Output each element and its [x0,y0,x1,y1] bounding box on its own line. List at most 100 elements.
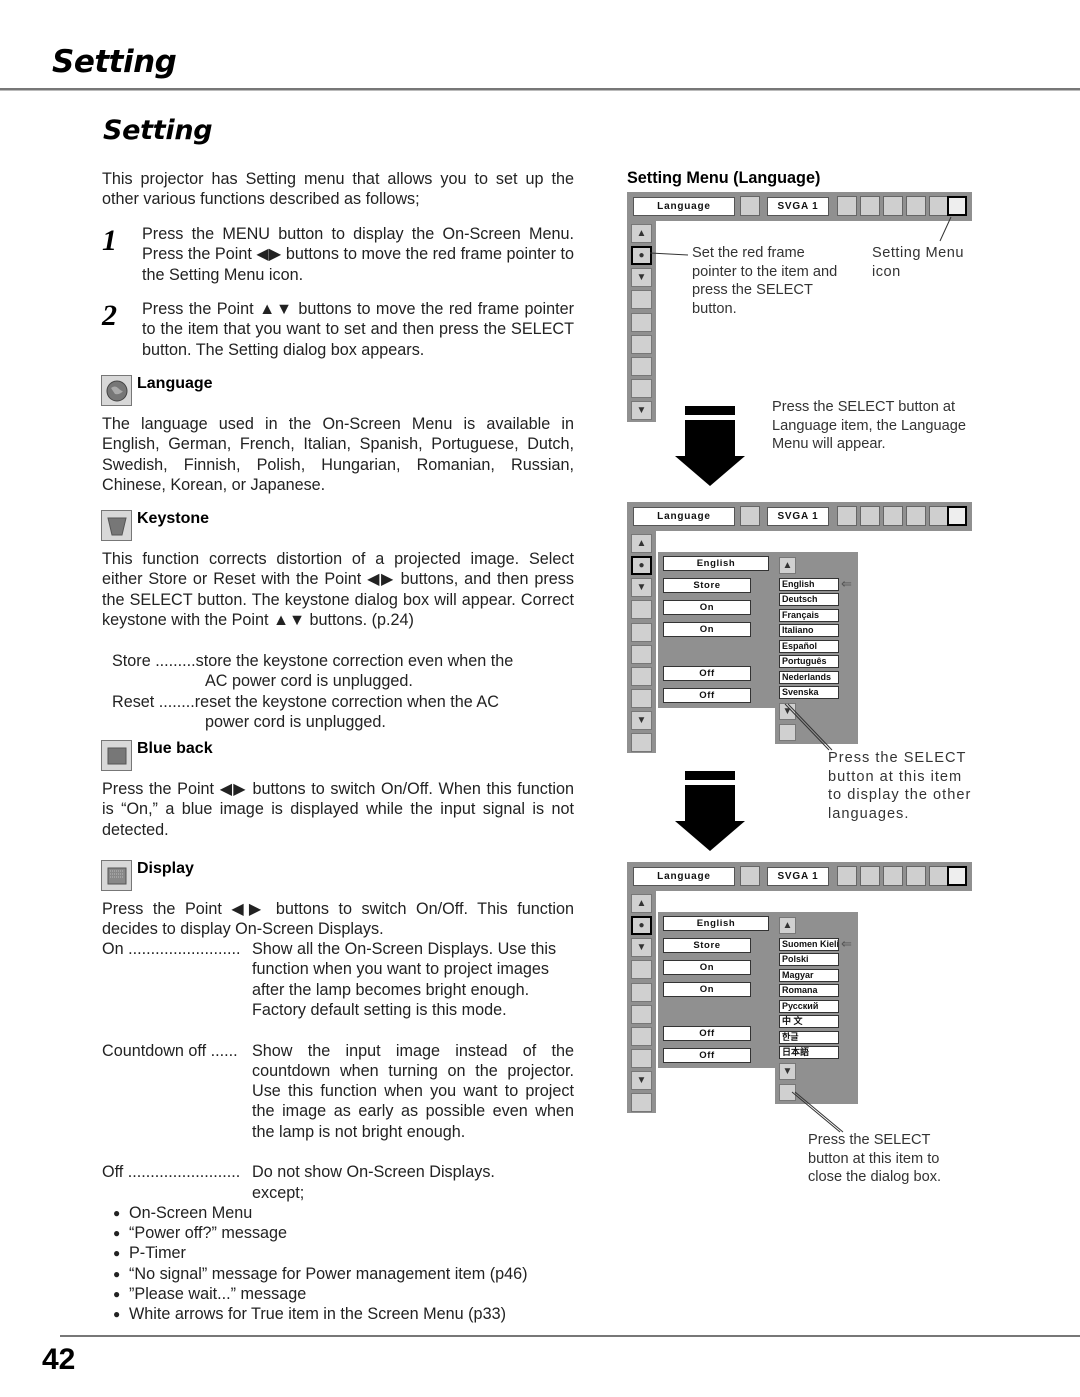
globe-icon[interactable]: ● [631,246,652,265]
globe-icon[interactable]: ● [631,916,652,935]
list-item: “Power off?” message [113,1223,574,1244]
ceiling-icon[interactable] [631,357,652,376]
pc-adjust-icon[interactable] [837,196,857,216]
blue-back-description: Press the Point ◀▶ buttons to switch On/… [102,780,574,839]
keystone-icon[interactable]: ▼ [631,578,652,597]
value-ceiling[interactable]: Off [663,666,751,681]
language-option[interactable]: Nederlands [779,671,839,684]
language-option[interactable]: Suomen Kieli [779,938,839,951]
value-blue-back[interactable]: On [663,600,751,615]
logo-icon[interactable] [631,335,652,354]
globe-icon[interactable]: ● [631,556,652,575]
display-icon[interactable] [631,623,652,642]
value-language[interactable]: English [663,556,769,571]
language-option[interactable]: Italiano [779,624,839,637]
ceiling-icon[interactable] [631,667,652,686]
scroll-down-icon[interactable]: ▼ [779,1063,796,1080]
input-icon[interactable] [740,866,760,886]
note-setting-icon: Setting Menu icon [872,245,964,280]
value-display[interactable]: On [663,982,751,997]
language-option[interactable]: 中 文 [779,1015,839,1028]
language-option[interactable]: Español [779,640,839,653]
rear-icon[interactable] [631,689,652,708]
input-icon[interactable] [740,196,760,216]
display-icon[interactable] [631,313,652,332]
osd-language-menu-2: Language SVGA 1 ▲ ● ▼ ▼ English Store ◀▶… [627,862,972,1113]
logo-icon[interactable] [631,645,652,664]
list-item: P-Timer [113,1243,574,1264]
value-keystone[interactable]: Store [663,578,751,593]
value-blue-back[interactable]: On [663,960,751,975]
sound-icon[interactable] [929,866,949,886]
screen-icon[interactable] [906,506,926,526]
option-desc: Do not show On-Screen Displays. except; [252,1163,495,1202]
image-adjust-icon[interactable] [883,196,903,216]
ceiling-icon[interactable] [631,1027,652,1046]
screen-icon[interactable] [906,866,926,886]
setting-menu-icon[interactable] [947,866,967,886]
language-option[interactable]: Svenska [779,686,839,699]
scroll-up-icon[interactable]: ▲ [779,917,796,934]
option-term: Store ......... [112,652,196,670]
sound-icon[interactable] [929,506,949,526]
value-display[interactable]: On [663,622,751,637]
language-option[interactable]: Português [779,655,839,668]
option-term: Countdown off ...... [102,1041,238,1060]
option-term: Reset ........ [112,692,195,711]
value-ceiling[interactable]: Off [663,1026,751,1041]
language-option[interactable]: Magyar [779,969,839,982]
scroll-down-icon[interactable]: ▼ [631,711,652,730]
blue-back-icon[interactable] [631,960,652,979]
list-item: On-Screen Menu [113,1203,574,1224]
down-arrow-icon [675,406,745,486]
language-option[interactable]: Русский [779,1000,839,1013]
value-rear[interactable]: Off [663,688,751,703]
blue-back-icon[interactable] [631,290,652,309]
image-select-icon[interactable] [860,196,880,216]
rear-icon[interactable] [631,379,652,398]
list-item: White arrows for True item in the Screen… [113,1304,574,1325]
screen-icon[interactable] [906,196,926,216]
rear-icon[interactable] [631,1049,652,1068]
language-option[interactable]: Polski [779,953,839,966]
image-select-icon[interactable] [860,866,880,886]
keystone-icon[interactable]: ▼ [631,938,652,957]
language-option[interactable]: Romana [779,984,839,997]
scroll-up-icon[interactable]: ▲ [631,534,652,553]
scroll-down-icon[interactable]: ▼ [631,1071,652,1090]
keystone-icon[interactable]: ▼ [631,268,652,287]
image-adjust-icon[interactable] [883,506,903,526]
keystone-icon [101,510,132,541]
setting-menu-icon[interactable] [947,196,967,216]
sound-icon[interactable] [929,196,949,216]
scroll-up-icon[interactable]: ▲ [631,224,652,243]
scroll-up-icon[interactable]: ▲ [779,557,796,574]
step-number: 2 [102,299,117,332]
setting-menu-icon[interactable] [947,506,967,526]
right-heading: Setting Menu (Language) [627,169,821,187]
image-adjust-icon[interactable] [883,866,903,886]
language-option[interactable]: Deutsch [779,593,839,606]
language-option[interactable]: 한글 [779,1031,839,1044]
language-option[interactable]: Français [779,609,839,622]
pc-adjust-icon[interactable] [837,506,857,526]
value-language[interactable]: English [663,916,769,931]
scroll-down-icon[interactable]: ▼ [631,401,652,420]
option-countdown-off: Countdown off ...... Show the input imag… [102,1041,574,1163]
pc-adjust-icon[interactable] [837,866,857,886]
keystone-description: This function corrects distortion of a p… [102,550,574,629]
exit-icon[interactable] [631,1093,652,1112]
scroll-up-icon[interactable]: ▲ [631,894,652,913]
value-rear[interactable]: Off [663,1048,751,1063]
value-keystone[interactable]: Store [663,938,751,953]
language-option[interactable]: English [779,578,839,591]
logo-icon[interactable] [631,1005,652,1024]
option-on: On ......................... Show all th… [102,939,574,1041]
image-select-icon[interactable] [860,506,880,526]
blue-back-icon[interactable] [631,600,652,619]
language-option[interactable]: 日本語 [779,1046,839,1059]
input-icon[interactable] [740,506,760,526]
section-label: Keystone [137,510,210,527]
display-icon[interactable] [631,983,652,1002]
exit-icon[interactable] [631,733,652,752]
